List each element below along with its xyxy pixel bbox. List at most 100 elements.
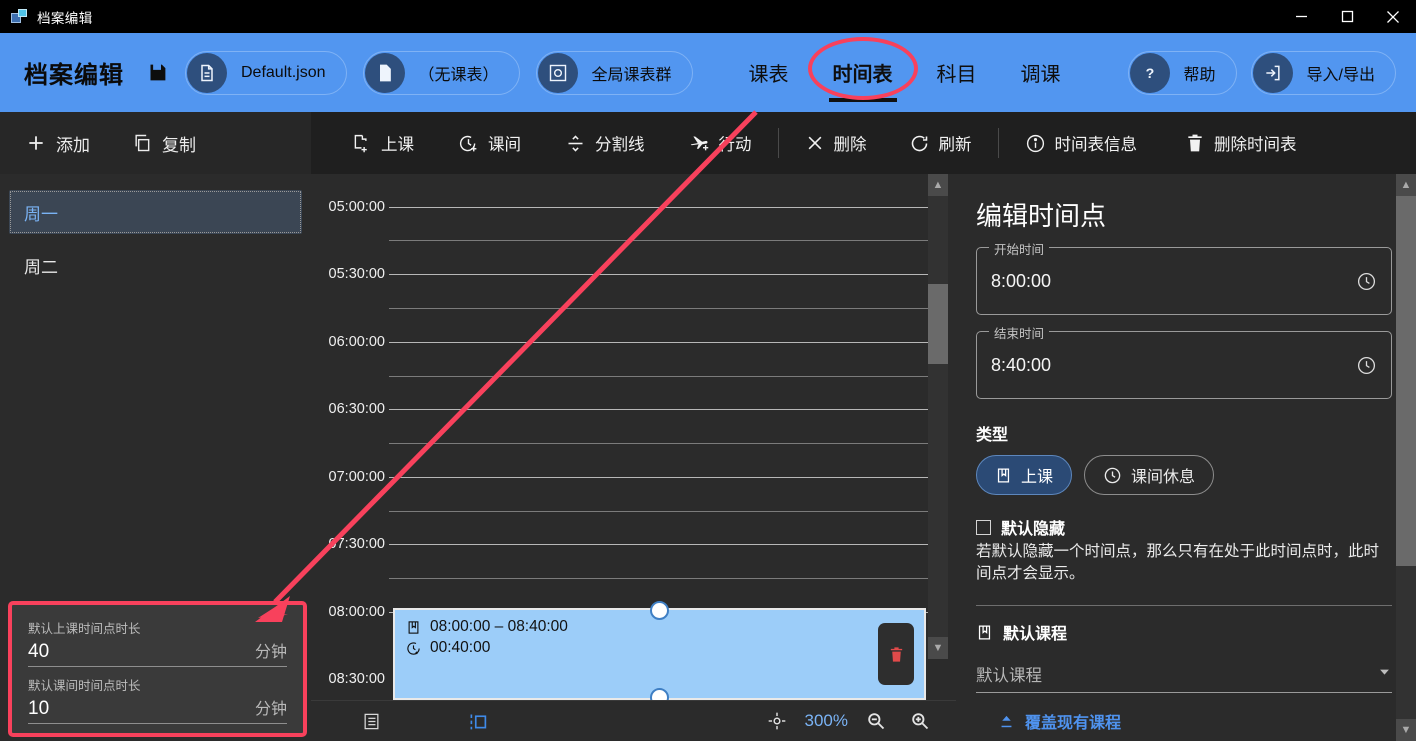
delete-timetable-button[interactable]: 删除时间表 (1171, 123, 1311, 163)
toolbar-divider (778, 128, 779, 158)
overwrite-course-link[interactable]: 覆盖现有课程 (976, 709, 1392, 733)
field-value: 10 (28, 698, 49, 720)
import-export-label: 导入/导出 (1307, 61, 1375, 85)
day-label: 周二 (24, 253, 58, 278)
default-hidden-checkbox-row[interactable]: 默认隐藏 (976, 515, 1392, 539)
chevron-down-icon[interactable] (1377, 664, 1392, 684)
toolbar-label: 删除时间表 (1214, 131, 1297, 155)
clock-icon[interactable] (1356, 271, 1377, 292)
block-resize-handle-bottom[interactable] (650, 688, 669, 700)
toolbar-label: 上课 (381, 131, 414, 155)
day-item-tuesday[interactable]: 周二 (9, 243, 302, 287)
break-clock-icon (1103, 466, 1122, 485)
end-time-value: 8:40:00 (991, 355, 1051, 376)
toolbar-label: 行动 (719, 131, 752, 155)
zoom-level-label: 300% (805, 711, 848, 731)
type-option-class[interactable]: 上课 (976, 455, 1072, 495)
add-class-button[interactable]: 上课 (337, 123, 428, 163)
scroll-down-arrow-icon[interactable]: ▼ (1396, 719, 1416, 741)
maximize-icon[interactable] (1324, 0, 1370, 33)
gridline-minor (389, 240, 928, 241)
delete-button[interactable]: 删除 (791, 123, 881, 163)
timeline-vertical-scrollbar[interactable]: ▲ ▼ (928, 174, 948, 659)
tick-label: 05:00:00 (319, 199, 385, 215)
day-list: 周一 周二 (0, 174, 311, 287)
add-button[interactable]: 添加 (14, 123, 102, 163)
timeline-block[interactable]: 08:00:00 – 08:40:00 00:40:00 (393, 608, 926, 700)
start-time-field[interactable]: 开始时间 8:00:00 (976, 247, 1392, 315)
scroll-up-arrow-icon[interactable]: ▲ (1396, 174, 1416, 196)
chip-no-schedule[interactable]: （无课表） (363, 51, 520, 95)
zoom-out-icon[interactable] (854, 701, 898, 741)
tick-label: 08:00:00 (319, 604, 385, 620)
timetable-info-button[interactable]: 时间表信息 (1011, 123, 1152, 163)
checkbox-icon[interactable] (976, 520, 991, 535)
gridline-major (389, 477, 928, 478)
align-view-icon[interactable] (455, 701, 499, 741)
scroll-up-arrow-icon[interactable]: ▲ (928, 174, 948, 196)
tab-kebiao[interactable]: 课表 (727, 33, 811, 112)
panel-title: 编辑时间点 (976, 196, 1392, 233)
chip-label: Default.json (241, 64, 326, 82)
default-class-duration-field[interactable]: 默认上课时间点时长 40 分钟 (28, 618, 287, 667)
tick-label: 07:30:00 (319, 536, 385, 552)
default-hidden-hint: 若默认隐藏一个时间点，那么只有在处于此时间点时，此时间点才会显示。 (976, 541, 1392, 585)
close-icon[interactable] (1370, 0, 1416, 33)
class-icon (403, 620, 423, 635)
type-option-group: 上课 课间休息 (976, 455, 1392, 495)
copy-label: 复制 (162, 131, 196, 156)
gridline-major (389, 544, 928, 545)
default-course-select[interactable]: 默认课程 (976, 662, 1392, 693)
scrollbar-thumb[interactable] (928, 284, 948, 364)
type-option-break[interactable]: 课间休息 (1084, 455, 1214, 495)
timeline-status-bar: 300% (311, 700, 956, 741)
refresh-button[interactable]: 刷新 (895, 123, 986, 163)
day-label: 周一 (24, 200, 58, 225)
scrollbar-thumb[interactable] (1396, 196, 1416, 566)
right-panel-scrollbar[interactable]: ▲ ▼ (1396, 174, 1416, 741)
fit-to-view-icon[interactable] (755, 701, 799, 741)
zoom-in-icon[interactable] (898, 701, 942, 741)
block-resize-handle-top[interactable] (650, 601, 669, 620)
field-value: 40 (28, 641, 49, 663)
toolbar-label: 分割线 (595, 131, 645, 155)
minimize-icon[interactable] (1278, 0, 1324, 33)
add-break-button[interactable]: 课间 (444, 123, 535, 163)
tab-shijianbiao[interactable]: 时间表 (811, 33, 915, 112)
edit-timepoint-panel: 编辑时间点 开始时间 8:00:00 结束时间 8:40:00 类型 (956, 174, 1416, 741)
save-icon[interactable] (145, 61, 169, 85)
tick-label: 08:30:00 (319, 671, 385, 687)
help-button[interactable]: ? 帮助 (1128, 51, 1237, 95)
clock-icon[interactable] (1356, 355, 1377, 376)
gridline-minor (389, 376, 928, 377)
app-window-icon (11, 9, 28, 25)
timeline-view[interactable]: 05:00:00 05:30:00 06:00:00 06:30:00 07:0… (311, 174, 956, 741)
question-icon: ? (1130, 53, 1170, 93)
block-range-row: 08:00:00 – 08:40:00 (403, 618, 924, 636)
timeline-canvas[interactable]: 05:00:00 05:30:00 06:00:00 06:30:00 07:0… (311, 174, 956, 700)
tab-diaoke[interactable]: 调课 (999, 33, 1083, 112)
main-tabs: 课表 时间表 科目 调课 (727, 33, 1083, 112)
scroll-down-arrow-icon[interactable]: ▼ (928, 637, 948, 659)
block-duration-row: 00:40:00 (403, 639, 924, 657)
default-course-section-header: 默认课程 (976, 620, 1392, 644)
block-delete-button[interactable] (878, 623, 914, 685)
day-list-panel: 周一 周二 默认上课时间点时长 40 分钟 默认课间时间点时长 10 分钟 (0, 174, 311, 741)
refresh-icon (909, 133, 930, 154)
end-time-field[interactable]: 结束时间 8:40:00 (976, 331, 1392, 399)
add-separator-button[interactable]: 分割线 (551, 123, 659, 163)
add-action-button[interactable]: 行动 (675, 123, 766, 163)
tick-label: 06:30:00 (319, 401, 385, 417)
tab-kemu[interactable]: 科目 (915, 33, 999, 112)
default-break-duration-field[interactable]: 默认课间时间点时长 10 分钟 (28, 675, 287, 724)
list-view-icon[interactable] (349, 701, 393, 741)
chip-default-json[interactable]: Default.json (185, 51, 347, 95)
copy-button[interactable]: 复制 (120, 123, 208, 163)
chip-label: 全局课表群 (592, 61, 672, 85)
import-export-button[interactable]: 导入/导出 (1251, 51, 1396, 95)
chip-global-group[interactable]: 全局课表群 (536, 51, 693, 95)
checkbox-label: 默认隐藏 (1001, 515, 1065, 539)
day-item-monday[interactable]: 周一 (9, 190, 302, 234)
copy-icon (132, 133, 152, 153)
global-group-icon (538, 53, 578, 93)
